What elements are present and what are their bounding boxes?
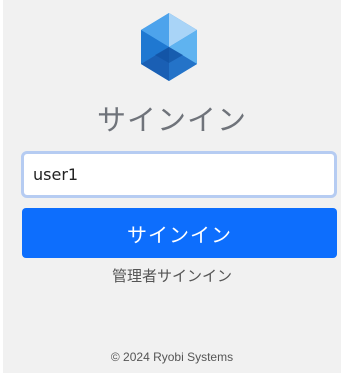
- footer-copyright: © 2024 Ryobi Systems: [110, 350, 234, 364]
- username-input[interactable]: [21, 151, 337, 198]
- admin-signin-link[interactable]: 管理者サインイン: [3, 265, 341, 286]
- signin-panel: サインイン サインイン 管理者サインイン © 2024 Ryobi System…: [3, 0, 341, 373]
- page-title: サインイン: [96, 103, 247, 137]
- cube-logo-icon: [141, 13, 197, 81]
- signin-button[interactable]: サインイン: [22, 208, 337, 258]
